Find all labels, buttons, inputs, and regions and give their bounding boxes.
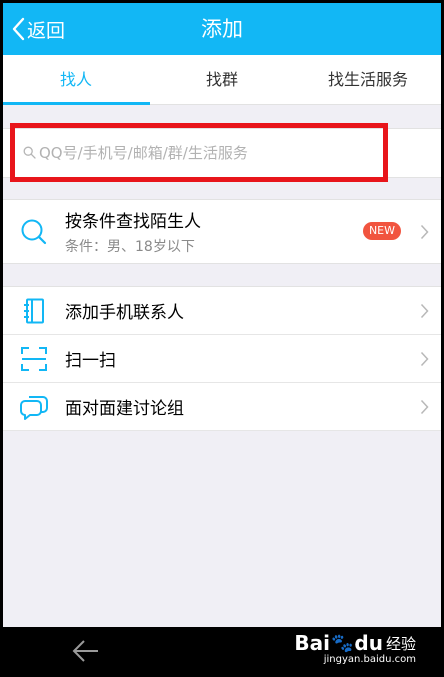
scan-icon — [21, 346, 47, 371]
tab-find-services[interactable]: 找生活服务 — [295, 55, 441, 104]
tab-label: 找生活服务 — [327, 70, 408, 89]
brand-cn: 经验 — [385, 634, 416, 653]
face-to-face-group-row[interactable]: 面对面建讨论组 — [3, 383, 441, 431]
tab-bar: 找人 找群 找生活服务 — [3, 55, 441, 105]
icon-container — [3, 346, 65, 371]
row-label: 添加手机联系人 — [65, 303, 184, 323]
brand-right: du — [354, 631, 383, 655]
tab-label: 找人 — [59, 70, 92, 89]
chevron-right-icon — [420, 399, 429, 414]
arrow-left-icon[interactable] — [72, 639, 100, 663]
brand-left: Bai — [294, 631, 330, 655]
paw-icon: 🐾 — [331, 632, 354, 654]
chat-bubble-icon — [20, 395, 48, 420]
add-phone-contacts-row[interactable]: 添加手机联系人 — [3, 287, 441, 335]
search-icon — [21, 219, 47, 244]
stranger-title: 按条件查找陌生人 — [65, 212, 201, 232]
chevron-right-icon — [420, 224, 429, 239]
title-bar: 返回 添加 — [3, 3, 441, 55]
icon-container — [3, 394, 65, 420]
icon-container — [3, 218, 65, 246]
stranger-texts: 按条件查找陌生人 条件：男、18岁以下 — [65, 207, 201, 256]
stranger-subtitle: 条件：男、18岁以下 — [65, 239, 195, 255]
add-options-list: 添加手机联系人 扫一扫 面对面建讨论组 — [3, 286, 441, 431]
tab-find-groups[interactable]: 找群 — [149, 55, 295, 104]
watermark-brand: Bai 🐾 du 经验 — [294, 631, 416, 655]
icon-container — [3, 298, 65, 324]
back-label: 返回 — [27, 19, 66, 42]
row-label: 扫一扫 — [65, 351, 116, 371]
find-strangers-row[interactable]: 按条件查找陌生人 条件：男、18岁以下 NEW — [3, 199, 441, 264]
tab-find-people[interactable]: 找人 — [3, 55, 150, 105]
new-badge: NEW — [362, 222, 401, 240]
search-input[interactable] — [15, 137, 425, 169]
system-nav-bar: Bai 🐾 du 经验 jingyan.baidu.com — [0, 627, 444, 677]
watermark-url: jingyan.baidu.com — [323, 654, 416, 665]
tab-label: 找群 — [205, 70, 238, 89]
row-label: 面对面建讨论组 — [65, 399, 184, 419]
back-button[interactable]: 返回 — [11, 3, 65, 55]
chevron-right-icon — [420, 303, 429, 318]
scan-row[interactable]: 扫一扫 — [3, 335, 441, 383]
baidu-watermark: Bai 🐾 du 经验 jingyan.baidu.com — [294, 631, 416, 665]
phone-contacts-icon — [24, 298, 44, 323]
chevron-right-icon — [420, 351, 429, 366]
search-bar — [3, 128, 441, 178]
page-title: 添加 — [201, 17, 243, 41]
chevron-left-icon — [12, 17, 25, 41]
tab-active-indicator — [3, 102, 150, 105]
